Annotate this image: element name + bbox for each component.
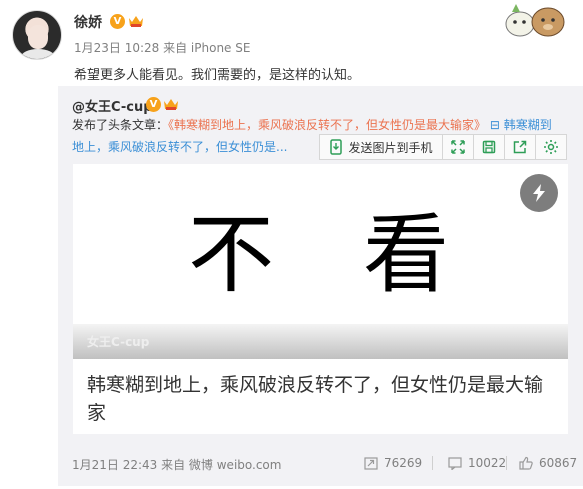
sticker-icon (505, 4, 565, 37)
divider (506, 456, 507, 470)
article-cover-image[interactable]: 不 看 女王C-cup (73, 164, 568, 359)
share-out-button[interactable] (504, 134, 536, 160)
like-count-button[interactable]: 60867 (519, 456, 577, 470)
verified-icon: V (110, 14, 125, 29)
repost-count-button[interactable]: 76269 (364, 456, 422, 470)
share-out-icon (513, 140, 527, 154)
cover-caption: 女王C-cup (87, 335, 150, 349)
phone-send-icon (330, 139, 343, 155)
comment-count-button[interactable]: 10022 (448, 456, 506, 470)
cover-text-left: 不 (188, 205, 274, 305)
repost-icon (364, 456, 378, 470)
expand-icon (451, 140, 465, 154)
like-count: 60867 (539, 456, 578, 470)
repost-text-prefix: 发布了头条文章： (72, 118, 169, 132)
repost-text: 发布了头条文章：《韩寒糊到地上，乘风破浪反转不了，但女性仍是最大输家》 ⊟ 韩寒… (72, 116, 552, 133)
post-text: 希望更多人能看见。我们需要的，是这样的认知。 (74, 68, 361, 83)
settings-button[interactable] (535, 134, 567, 160)
comment-icon (448, 456, 462, 470)
avatar[interactable] (12, 10, 62, 60)
save-button[interactable] (473, 134, 505, 160)
settings-icon (544, 140, 558, 154)
verified-icon: V (146, 97, 161, 112)
article-link-continued[interactable]: 地上，乘风破浪反转不了，但女性仍是... (72, 138, 287, 155)
post-author-name[interactable]: 徐娇 (74, 12, 102, 32)
member-crown-icon[interactable] (127, 13, 145, 29)
article-link[interactable]: ⊟ 韩寒糊到 (486, 118, 552, 132)
expand-button[interactable] (442, 134, 474, 160)
post-meta[interactable]: 1月23日 10:28 来自 iPhone SE (74, 39, 250, 56)
repost-block: @女王C-cup V 发布了头条文章：《韩寒糊到地上，乘风破浪反转不了，但女性仍… (58, 86, 583, 486)
member-crown-icon[interactable] (162, 96, 180, 112)
send-image-label: 发送图片到手机 (348, 140, 433, 155)
send-image-to-phone-button[interactable]: 发送图片到手机 (319, 134, 443, 160)
divider (432, 456, 433, 470)
image-toolbar: 发送图片到手机 (319, 134, 567, 160)
repost-author-name[interactable]: @女王C-cup (72, 96, 153, 115)
repost-time-source[interactable]: 1月21日 22:43 来自 微博 weibo.com (72, 456, 281, 473)
thumbs-up-icon (519, 456, 533, 470)
article-card-title[interactable]: 韩寒糊到地上，乘风破浪反转不了，但女性仍是最大输家 (87, 371, 557, 427)
repost-count: 76269 (384, 456, 423, 470)
lightning-icon (533, 184, 545, 202)
cover-caption-bar: 女王C-cup (73, 324, 568, 359)
flash-button[interactable] (520, 174, 558, 212)
save-icon (482, 140, 496, 154)
article-title-link[interactable]: 《韩寒糊到地上，乘风破浪反转不了，但女性仍是最大输家》 (168, 118, 486, 132)
comment-count: 10022 (468, 456, 507, 470)
article-card[interactable]: 不 看 女王C-cup 韩寒糊到地上，乘风破浪反转不了，但女性仍是最大输家 (73, 164, 568, 434)
cover-text-right: 看 (363, 205, 449, 305)
